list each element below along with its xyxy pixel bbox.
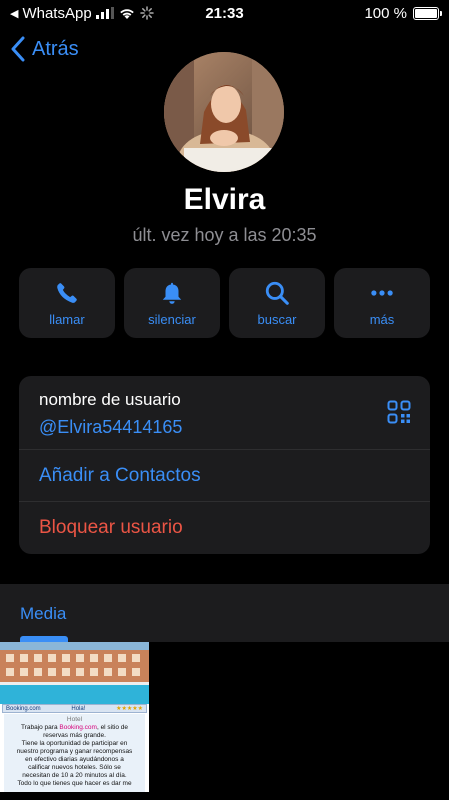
block-user-button[interactable]: Bloquear usuario <box>19 502 430 554</box>
thumb-header: Booking.com Hola! ★★★★★ <box>2 704 147 713</box>
thumb-line-2: reservas más grande. <box>43 732 106 739</box>
loading-spinner-icon <box>139 6 154 20</box>
thumb-line-7: necesitan de 10 a 20 minutos al día. <box>22 772 127 779</box>
mute-button[interactable]: silenciar <box>124 268 220 338</box>
avatar-photo <box>164 52 284 172</box>
thumb-line-6: calificar nuevos hoteles. Sólo se <box>28 764 121 771</box>
more-button[interactable]: más <box>334 268 430 338</box>
avatar[interactable] <box>164 52 284 172</box>
info-card: nombre de usuario @Elvira54414165 Añadir… <box>19 376 430 554</box>
search-icon <box>265 281 289 305</box>
thumb-line-4: nuestro programa y ganar recompensas <box>16 748 133 755</box>
username-label: nombre de usuario <box>39 390 181 409</box>
call-label: llamar <box>49 311 85 327</box>
mute-label: silenciar <box>148 311 196 327</box>
media-thumbnail[interactable]: Booking.com Hola! ★★★★★ Hotel Trabajo pa… <box>0 642 149 792</box>
thumb-hello: Hola! <box>71 705 86 712</box>
profile-name: Elvira <box>183 183 266 216</box>
thumb-hotel: Hotel <box>66 716 83 723</box>
battery-percent: 100 % <box>364 4 407 22</box>
username-row[interactable]: nombre de usuario @Elvira54414165 <box>19 376 430 450</box>
last-seen: últ. vez hoy a las 20:35 <box>132 225 317 245</box>
status-back-app-label: WhatsApp <box>22 4 92 22</box>
status-right: 100 % <box>364 4 442 22</box>
search-label: buscar <box>257 311 297 327</box>
thumb-text: Hotel Trabajo para Booking.com, el sitio… <box>4 714 145 792</box>
thumb-line-5: en efectivo diarias ayudándonos a <box>25 756 124 763</box>
signal-icon <box>95 7 114 19</box>
media-tab-bar: Media <box>0 584 449 642</box>
wifi-icon <box>119 8 134 19</box>
thumb-line-8: Todo lo que tienes que hacer es dar me <box>17 780 132 787</box>
action-buttons: llamar silenciar buscar más <box>19 268 430 338</box>
bell-icon <box>162 282 182 304</box>
chevron-left-icon <box>11 36 25 62</box>
tab-media[interactable]: Media <box>20 604 66 624</box>
thumb-stars: ★★★★★ <box>116 706 143 712</box>
more-icon <box>371 289 393 296</box>
back-triangle-icon: ◀ <box>10 7 19 20</box>
call-button[interactable]: llamar <box>19 268 115 338</box>
thumb-site: Booking.com <box>6 705 41 712</box>
add-contact-button[interactable]: Añadir a Contactos <box>19 450 430 502</box>
status-back-to-app[interactable]: ◀ WhatsApp <box>10 5 364 22</box>
back-button[interactable]: Atrás <box>10 36 79 62</box>
status-bar: 21:33 ◀ WhatsApp 100 % <box>0 0 449 26</box>
phone-icon <box>57 282 77 303</box>
username-value[interactable]: @Elvira54414165 <box>39 417 410 438</box>
thumb-line-3: Tiene la oportunidad de participar en <box>21 740 128 747</box>
search-button[interactable]: buscar <box>229 268 325 338</box>
hotel-photo <box>0 642 149 704</box>
thumb-line-1: Trabajo para Booking.com, el sitio de <box>20 724 129 731</box>
qr-code-icon[interactable] <box>387 400 411 424</box>
more-label: más <box>369 311 395 327</box>
battery-icon <box>413 6 442 20</box>
back-label: Atrás <box>32 37 79 60</box>
